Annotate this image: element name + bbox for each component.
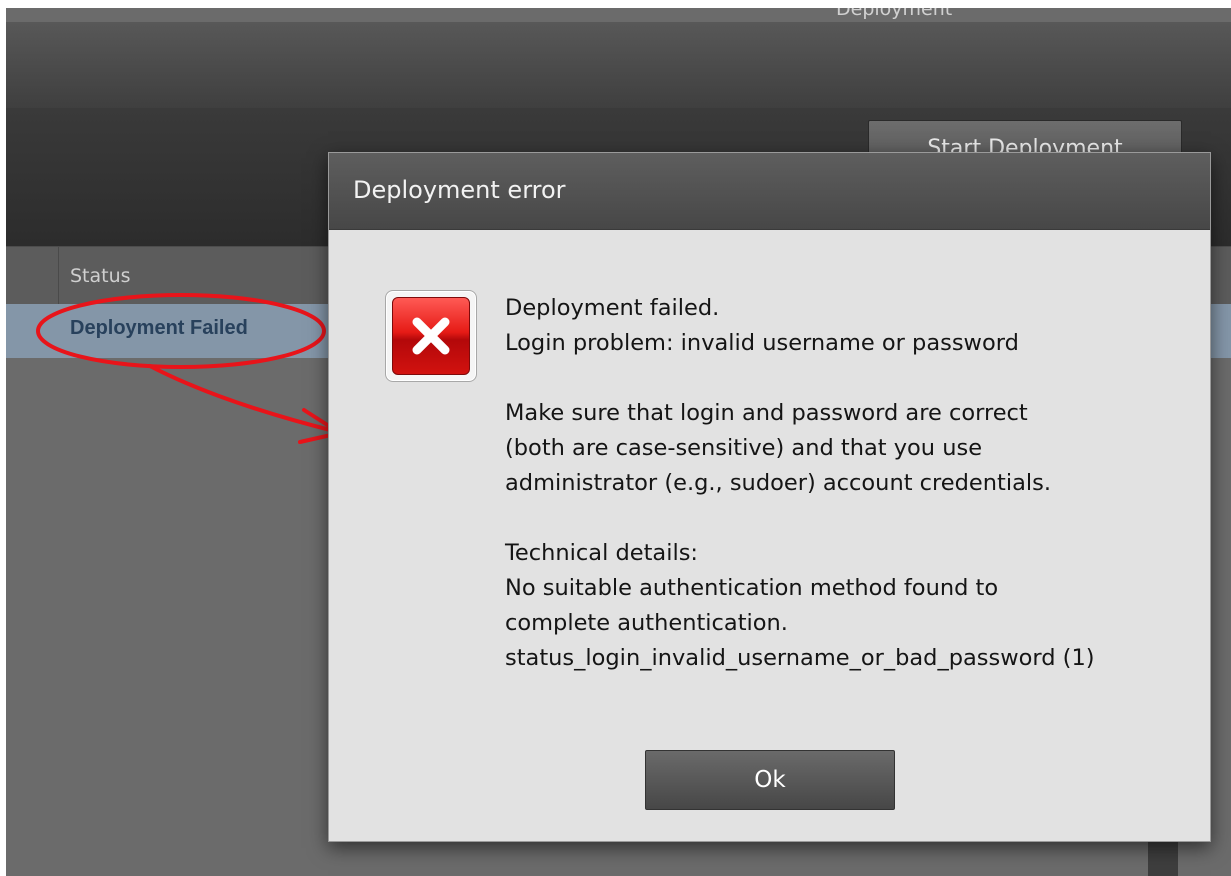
message-line: (both are case-sensitive) and that you u… — [505, 435, 983, 461]
message-line: Make sure that login and password are co… — [505, 400, 1028, 426]
error-icon-background — [392, 297, 470, 375]
x-mark-icon — [412, 317, 450, 355]
error-message: Deployment failed. Login problem: invali… — [505, 291, 1185, 676]
message-line: No suitable authentication method found … — [505, 575, 999, 601]
scrollbar[interactable] — [1148, 842, 1178, 876]
message-line: complete authentication. — [505, 610, 788, 636]
deployment-error-dialog: Deployment error Deployment failed. Logi… — [328, 152, 1211, 842]
message-line: status_login_invalid_username_or_bad_pas… — [505, 645, 1095, 671]
ok-button[interactable]: Ok — [645, 750, 895, 810]
error-x-icon — [385, 290, 477, 382]
column-divider — [58, 247, 59, 305]
message-line: Technical details: — [505, 540, 699, 566]
message-line: Login problem: invalid username or passw… — [505, 330, 1019, 356]
window-title: Deployment — [836, 8, 953, 20]
status-cell: Deployment Failed — [70, 317, 248, 339]
header-bar — [6, 22, 1231, 108]
message-line: administrator (e.g., sudoer) account cre… — [505, 470, 1052, 496]
dialog-title: Deployment error — [353, 176, 566, 204]
dialog-titlebar[interactable]: Deployment error — [329, 153, 1210, 230]
message-line: Deployment failed. — [505, 295, 720, 321]
window-title-bar: Deployment — [6, 8, 1231, 22]
status-column-header[interactable]: Status — [70, 265, 131, 287]
